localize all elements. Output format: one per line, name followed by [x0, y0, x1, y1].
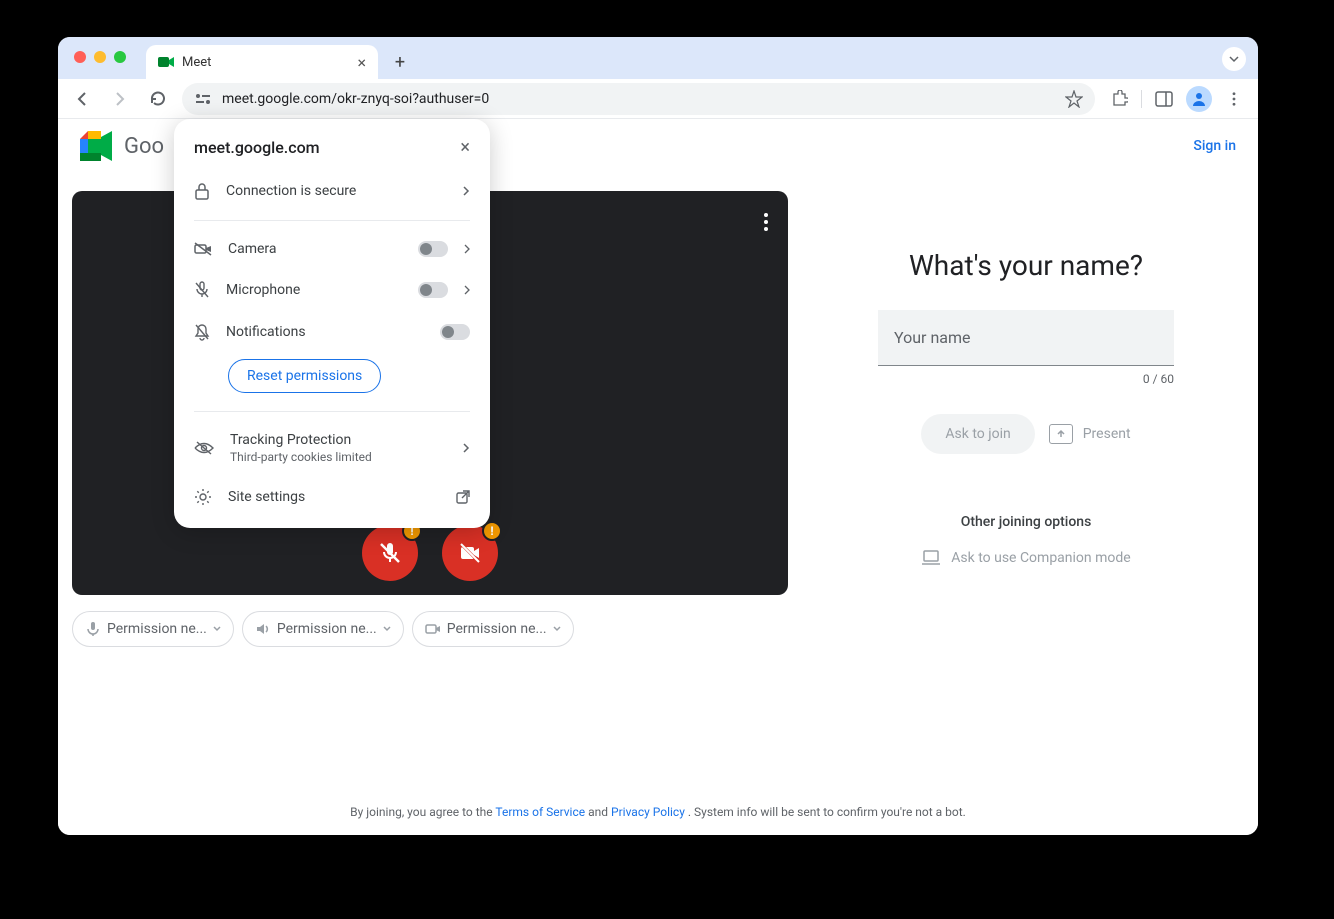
speaker-permission-chip[interactable]: Permission ne...: [242, 611, 404, 647]
chevron-down-icon: [213, 626, 221, 632]
warning-badge-icon: !: [482, 521, 502, 541]
mic-permission-chip[interactable]: Permission ne...: [72, 611, 234, 647]
signin-link[interactable]: Sign in: [1193, 138, 1236, 154]
extensions-button[interactable]: [1105, 85, 1133, 113]
chevron-down-icon: [1228, 53, 1240, 65]
reload-icon: [149, 90, 167, 108]
arrow-left-icon: [73, 90, 91, 108]
sidepanel-button[interactable]: [1150, 85, 1178, 113]
companion-mode-button[interactable]: Ask to use Companion mode: [921, 550, 1130, 566]
mic-off-icon: [378, 541, 402, 565]
chevron-down-icon: [553, 626, 561, 632]
laptop-icon: [921, 550, 941, 566]
reset-permissions-button[interactable]: Reset permissions: [228, 359, 381, 393]
brand-text: Goo: [124, 134, 164, 159]
camera-permission-row: Camera: [174, 229, 490, 269]
close-window-icon[interactable]: [74, 51, 86, 63]
chip-label: Permission ne...: [107, 621, 207, 637]
browser-tab[interactable]: Meet ×: [146, 45, 378, 79]
tracking-protection-row[interactable]: Tracking Protection Third-party cookies …: [174, 420, 490, 476]
lock-icon: [194, 182, 210, 200]
meet-favicon: [158, 54, 174, 70]
camera-toggle-button[interactable]: !: [442, 525, 498, 581]
name-input[interactable]: [878, 310, 1174, 366]
tab-search-button[interactable]: [1222, 47, 1246, 71]
tab-bar: Meet × +: [58, 37, 1258, 79]
browser-toolbar: meet.google.com/okr-znyq-soi?authuser=0: [58, 79, 1258, 119]
minimize-window-icon[interactable]: [94, 51, 106, 63]
panel-icon: [1155, 91, 1173, 107]
companion-label: Ask to use Companion mode: [951, 550, 1130, 566]
forward-button[interactable]: [106, 85, 134, 113]
chip-label: Permission ne...: [447, 621, 547, 637]
mic-toggle-button[interactable]: !: [362, 525, 418, 581]
popup-close-button[interactable]: ×: [460, 137, 470, 158]
kebab-icon: [1227, 92, 1241, 106]
browser-window: Meet × + meet.google.com/okr-znyq-soi?au…: [58, 37, 1258, 835]
kebab-icon: [764, 213, 768, 231]
new-tab-button[interactable]: +: [386, 48, 414, 76]
chevron-right-icon[interactable]: [464, 285, 470, 295]
camera-off-icon: [458, 541, 482, 565]
chevron-right-icon: [462, 185, 470, 197]
camera-icon: [425, 622, 441, 636]
tos-link[interactable]: Terms of Service: [495, 805, 585, 819]
tab-title: Meet: [182, 55, 211, 70]
reload-button[interactable]: [144, 85, 172, 113]
site-settings-icon[interactable]: [194, 92, 212, 106]
camera-permission-chip[interactable]: Permission ne...: [412, 611, 574, 647]
camera-off-icon: [194, 242, 212, 256]
page-content: Goo Sign in ! !: [58, 119, 1258, 835]
present-button[interactable]: Present: [1049, 424, 1131, 444]
chevron-down-icon: [383, 626, 391, 632]
profile-button[interactable]: [1186, 86, 1212, 112]
site-settings-row[interactable]: Site settings: [174, 476, 490, 518]
url-text: meet.google.com/okr-znyq-soi?authuser=0: [222, 91, 489, 107]
video-options-button[interactable]: [764, 213, 768, 231]
connection-secure-row[interactable]: Connection is secure: [174, 170, 490, 212]
speaker-icon: [255, 621, 271, 637]
other-options-heading: Other joining options: [961, 514, 1092, 530]
present-label: Present: [1083, 426, 1131, 442]
maximize-window-icon[interactable]: [114, 51, 126, 63]
popup-title: meet.google.com: [194, 138, 320, 157]
microphone-permission-row: Microphone: [174, 269, 490, 311]
chevron-right-icon[interactable]: [464, 244, 470, 254]
puzzle-icon: [1110, 90, 1128, 108]
notifications-permission-row: Notifications: [174, 311, 490, 353]
eye-off-icon: [194, 441, 214, 455]
gear-icon: [194, 488, 212, 506]
present-icon: [1049, 424, 1073, 444]
tab-close-icon[interactable]: ×: [357, 53, 366, 72]
microphone-toggle[interactable]: [418, 282, 448, 298]
chevron-right-icon: [462, 442, 470, 454]
window-controls[interactable]: [74, 51, 126, 63]
star-icon: [1065, 90, 1083, 108]
arrow-right-icon: [111, 90, 129, 108]
name-prompt: What's your name?: [909, 249, 1143, 282]
mic-icon: [85, 621, 101, 637]
person-icon: [1191, 91, 1207, 107]
camera-toggle[interactable]: [418, 241, 448, 257]
url-bar[interactable]: meet.google.com/okr-znyq-soi?authuser=0: [182, 83, 1095, 115]
privacy-link[interactable]: Privacy Policy: [611, 805, 685, 819]
footer-text: By joining, you agree to the Terms of Se…: [58, 805, 1258, 819]
notifications-toggle[interactable]: [440, 324, 470, 340]
char-count: 0 / 60: [878, 372, 1174, 386]
ask-to-join-button[interactable]: Ask to join: [921, 414, 1034, 454]
external-link-icon: [456, 490, 470, 504]
back-button[interactable]: [68, 85, 96, 113]
menu-button[interactable]: [1220, 85, 1248, 113]
chip-label: Permission ne...: [277, 621, 377, 637]
bookmark-button[interactable]: [1065, 90, 1083, 108]
meet-logo-icon: [80, 131, 116, 161]
bell-off-icon: [194, 323, 210, 341]
mic-off-icon: [194, 281, 210, 299]
site-info-popup: meet.google.com × Connection is secure C…: [174, 119, 490, 528]
